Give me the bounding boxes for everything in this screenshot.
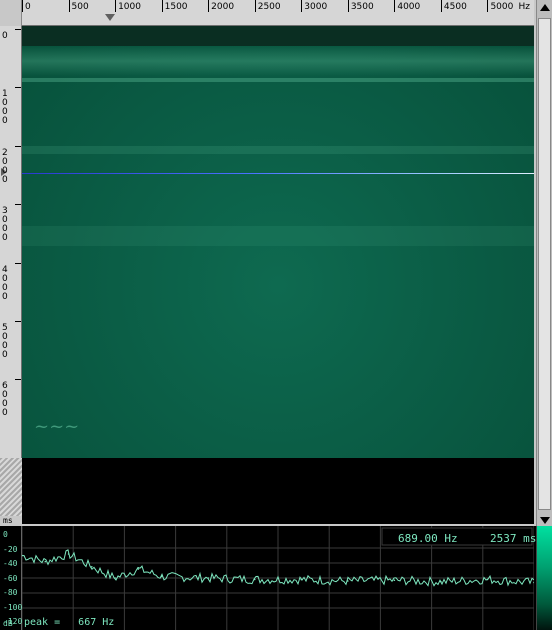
frequency-tick: [22, 0, 23, 12]
frequency-tick-label: 2000: [211, 2, 235, 12]
time-tick-label: 4 0 0 0: [2, 264, 8, 302]
time-tick-label: 2 0 0 0: [2, 147, 8, 185]
time-ruler: 0 1 0 0 0 2 0 0 0 3 0 0 0 4 0 0 0 5 0 0 0 6 0 …: [0, 26, 22, 458]
ruler-hatch-area: [0, 458, 22, 516]
spectrum-point: [486, 578, 489, 581]
time-tick: [15, 29, 21, 30]
spectrum-point: [253, 578, 256, 581]
frequency-unit-label: Hz: [518, 2, 531, 12]
spectrum-point: [137, 568, 140, 570]
time-tick: [15, 204, 21, 206]
time-tick-label: 3 0 0 0: [2, 206, 8, 244]
scroll-up-icon[interactable]: [540, 4, 550, 11]
db-tick-label: -40: [3, 559, 18, 568]
spectrum-point: [393, 579, 396, 582]
vertical-scrollbar[interactable]: [536, 0, 552, 526]
time-tick: [15, 320, 21, 322]
frequency-tick: [68, 0, 70, 12]
time-tick: [15, 262, 21, 264]
spectrum-point: [44, 560, 47, 563]
frequency-tick-label: 4000: [397, 2, 421, 12]
spectrum-point: [160, 575, 163, 578]
frequency-tick-label: 5000: [490, 2, 514, 12]
spectrum-point: [114, 577, 116, 579]
db-tick-label: -100: [3, 602, 23, 612]
ruler-corner: [0, 0, 22, 26]
scroll-thumb[interactable]: [538, 18, 551, 510]
time-tick-label: 5 0 0 0: [2, 322, 8, 360]
db-tick-label: -20: [3, 544, 18, 554]
time-tick-label: 6 0 0 0: [2, 381, 8, 419]
db-axis: 0 -20 -40 -60 -80 -100 -120 dB: [0, 526, 22, 630]
frequency-readout: 689.00 Hz: [398, 532, 458, 545]
frequency-tick-label: 4500: [443, 2, 467, 12]
frequency-tick: [161, 0, 163, 12]
intensity-colorbar: [536, 526, 552, 630]
frequency-cursor-line: [22, 173, 534, 174]
scroll-down-icon[interactable]: [540, 517, 550, 524]
frequency-tick: [394, 0, 396, 12]
db-unit-label: dB: [3, 619, 13, 628]
db-tick-label: 0: [3, 530, 8, 539]
frequency-tick: [301, 0, 303, 12]
time-tick: [15, 87, 21, 89]
spectrogram-view[interactable]: ~~~: [22, 26, 534, 458]
frequency-tick: [487, 0, 489, 12]
frequency-tick: [254, 0, 256, 12]
spectrum-point: [91, 565, 93, 568]
frequency-tick: [208, 0, 210, 12]
frequency-ruler: Hz 0 500 1000 1500 2000 2500 3000 3500 4000 4500 5…: [22, 0, 534, 26]
frequency-tick-label: 2500: [257, 2, 281, 12]
frequency-tick: [347, 0, 349, 12]
frequency-tick-label: 0: [25, 2, 31, 12]
db-tick-label: -60: [3, 573, 18, 583]
frequency-tick-label: 3000: [304, 2, 328, 12]
spectrum-point: [207, 577, 209, 579]
frequency-tick: [440, 0, 442, 12]
frequency-tick-label: 3500: [350, 2, 374, 12]
spectrum-panel: 0 -20 -40 -60 -80 -100 -120 dB 689.00 Hz 2537 m…: [0, 526, 552, 630]
spectrum-point: [440, 580, 442, 583]
frequency-tick: [115, 0, 117, 12]
frequency-tick-label: 1000: [118, 2, 141, 12]
time-unit-label: ms: [3, 516, 13, 525]
peak-readout: peak = 667 Hz: [24, 617, 115, 628]
db-tick-label: -80: [3, 588, 18, 597]
spectrum-point: [300, 578, 303, 581]
frequency-tick-label: 1500: [164, 2, 188, 12]
spectrum-point: [533, 581, 534, 584]
time-tick: [15, 145, 21, 147]
frequency-marker-icon[interactable]: [105, 14, 115, 21]
spectrogram-artifact: ~~~: [34, 416, 80, 437]
frequency-tick-label: 500: [71, 2, 89, 12]
spectrum-point: [347, 580, 349, 582]
time-tick: [15, 379, 21, 381]
time-readout: 2537 ms: [490, 532, 537, 545]
spectrum-point: [67, 553, 70, 555]
time-tick-label: 1 0 0 0: [2, 89, 8, 127]
spectrogram-empty-area: [22, 458, 534, 524]
time-tick-label: 0: [2, 31, 8, 41]
